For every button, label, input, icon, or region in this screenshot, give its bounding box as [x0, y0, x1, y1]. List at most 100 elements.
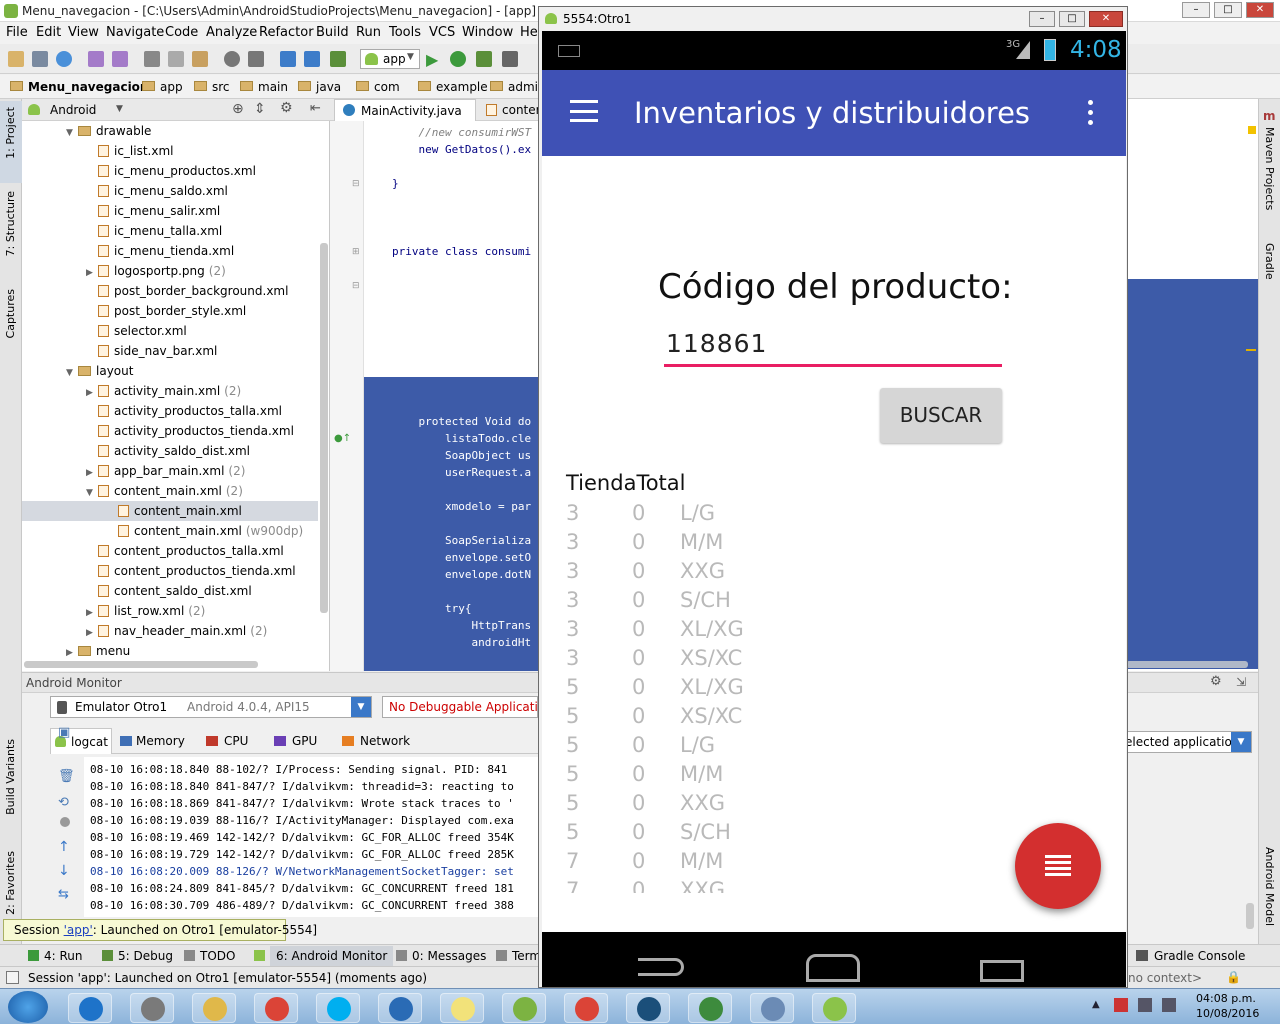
sync-icon[interactable]	[56, 51, 72, 67]
expand-right-icon[interactable]: ▶	[86, 463, 98, 483]
tree-item[interactable]: content_productos_talla.xml	[86, 541, 284, 561]
chevron-down-icon[interactable]: ▼	[351, 697, 371, 717]
fold-icon[interactable]: ⊞	[352, 247, 360, 257]
tray-volume-icon[interactable]	[1162, 998, 1176, 1012]
redo-icon[interactable]	[112, 51, 128, 67]
close-button[interactable]: ✕	[1246, 2, 1274, 18]
run-config-select[interactable]: app ▼	[360, 49, 420, 69]
copy-icon[interactable]	[168, 51, 184, 67]
tree-item[interactable]: selector.xml	[86, 321, 187, 341]
expand-right-icon[interactable]: ▶	[86, 383, 98, 403]
back-icon[interactable]	[280, 51, 296, 67]
skype-icon[interactable]	[316, 993, 360, 1023]
tree-item[interactable]: ▼ layout	[66, 361, 133, 381]
save-icon[interactable]	[32, 51, 48, 67]
tab-cpu[interactable]: CPU	[202, 728, 268, 754]
status-toggle-icon[interactable]	[6, 971, 19, 984]
editor-horizontal-scrollbar[interactable]	[1126, 661, 1248, 668]
menu-run[interactable]: Run	[356, 25, 381, 40]
breadcrumb-item[interactable]: example	[436, 80, 488, 94]
explorer-icon[interactable]	[130, 993, 174, 1023]
lock-icon[interactable]: 🔒	[1226, 970, 1241, 984]
tree-item[interactable]: ▶ app_bar_main.xml (2)	[86, 461, 245, 481]
chevron-down-icon[interactable]: ▼	[116, 104, 123, 114]
build-variants-tab-label[interactable]: Build Variants	[4, 739, 17, 815]
logcat-output[interactable]: 08-10 16:08:18.840 88-102/? I/Process: S…	[84, 757, 540, 917]
tree-item[interactable]: post_border_background.xml	[86, 281, 288, 301]
ie-icon[interactable]	[68, 993, 112, 1023]
hide-icon[interactable]: ⇤	[310, 101, 321, 116]
target-icon[interactable]: ⊕	[232, 101, 244, 117]
android-studio-icon[interactable]	[502, 993, 546, 1023]
expand-right-icon[interactable]: ▶	[86, 603, 98, 623]
tree-item[interactable]: ic_list.xml	[86, 141, 174, 161]
menu-code[interactable]: Code	[165, 25, 198, 40]
menu-tools[interactable]: Tools	[389, 25, 421, 40]
breadcrumb-item[interactable]: main	[258, 80, 288, 94]
menu-edit[interactable]: Edit	[36, 25, 61, 40]
attach-icon[interactable]	[476, 51, 492, 67]
breadcrumb-item[interactable]: Menu_navegacion	[28, 80, 148, 94]
gear-icon[interactable]: ⚙	[280, 100, 293, 116]
debug-icon[interactable]	[450, 51, 466, 67]
trash-icon[interactable]: 🗑	[58, 769, 75, 784]
hamburger-menu-icon[interactable]	[570, 100, 598, 122]
bottom-tab[interactable]: 6: Android Monitor	[270, 946, 394, 966]
tree-item[interactable]: activity_productos_talla.xml	[86, 401, 282, 421]
tray-flag-icon[interactable]	[1114, 998, 1128, 1012]
start-button[interactable]	[8, 991, 48, 1023]
tree-item[interactable]: ▶ nav_header_main.xml (2)	[86, 621, 267, 641]
breadcrumb-item[interactable]: com	[374, 80, 400, 94]
make-icon[interactable]	[330, 51, 346, 67]
tab-network[interactable]: Network	[338, 728, 428, 754]
warning-marker[interactable]	[1246, 349, 1256, 351]
warning-marker[interactable]	[1248, 126, 1256, 134]
replace-icon[interactable]	[248, 51, 264, 67]
tab-memory[interactable]: Memory	[116, 728, 202, 754]
tree-item[interactable]: activity_saldo_dist.xml	[86, 441, 250, 461]
tree-item[interactable]: ▶ list_row.xml (2)	[86, 601, 205, 621]
back-icon[interactable]	[638, 958, 684, 976]
cut-icon[interactable]	[144, 51, 160, 67]
undo-icon[interactable]	[88, 51, 104, 67]
down-arrow-icon[interactable]: ↓	[58, 863, 70, 879]
paste-icon[interactable]	[192, 51, 208, 67]
captures-tab-label[interactable]: Captures	[4, 289, 17, 338]
folder-icon[interactable]	[192, 993, 236, 1023]
expand-down-icon[interactable]: ▼	[66, 123, 78, 143]
tree-item[interactable]: content_main.xml (w900dp)	[106, 521, 303, 541]
chevron-down-icon[interactable]: ▼	[1231, 732, 1251, 752]
project-view-select[interactable]: Android	[50, 103, 96, 117]
tree-item[interactable]: content_saldo_dist.xml	[86, 581, 252, 601]
overflow-menu-icon[interactable]	[1088, 100, 1094, 128]
tree-item[interactable]: ic_menu_talla.xml	[86, 221, 222, 241]
tree-item[interactable]: side_nav_bar.xml	[86, 341, 217, 361]
emulator-minimize-button[interactable]: –	[1029, 11, 1055, 27]
code-area[interactable]: //new consumirWST new GetDatos().ex} priv…	[364, 121, 538, 671]
log-scrollbar[interactable]	[1246, 903, 1254, 929]
hide-icon[interactable]: ⇲	[1236, 675, 1246, 689]
tray-time[interactable]: 04:08 p.m.	[1196, 992, 1256, 1005]
tab-content[interactable]: conter	[480, 99, 541, 121]
tooltip-link[interactable]: 'app'	[64, 923, 93, 937]
device-icon[interactable]	[502, 51, 518, 67]
expand-right-icon[interactable]: ▶	[86, 263, 98, 283]
menu-build[interactable]: Build	[316, 25, 349, 40]
tree-item[interactable]: ic_menu_tienda.xml	[86, 241, 234, 261]
tree-item[interactable]: activity_productos_tienda.xml	[86, 421, 294, 441]
tray-network-icon[interactable]	[1138, 998, 1152, 1012]
forward-icon[interactable]	[304, 51, 320, 67]
tab-mainactivity[interactable]: MainActivity.java	[334, 99, 476, 121]
bottom-tab[interactable]: 5: Debug	[118, 949, 173, 963]
notes-icon[interactable]	[440, 993, 484, 1023]
emulator-maximize-button[interactable]: □	[1059, 11, 1085, 27]
up-arrow-icon[interactable]: ↑	[58, 839, 70, 855]
fold-icon[interactable]: ⊟	[352, 179, 360, 189]
maven-tab-label[interactable]: Maven Projects	[1263, 127, 1276, 210]
menu-analyze[interactable]: Analyze	[206, 25, 257, 40]
android-icon[interactable]	[812, 993, 856, 1023]
app-filter-select[interactable]: elected application ▼	[1120, 731, 1252, 753]
tree-item[interactable]: content_main.xml	[22, 501, 318, 521]
menu-vcs[interactable]: VCS	[429, 25, 455, 40]
recents-icon[interactable]	[980, 960, 1024, 982]
